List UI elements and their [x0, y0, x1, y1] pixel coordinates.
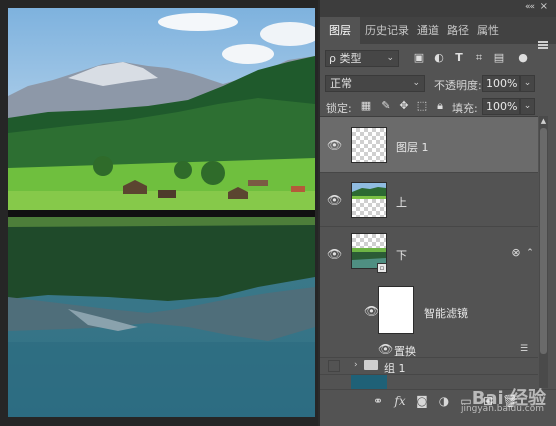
scrollbar-thumb[interactable]: [540, 128, 547, 354]
document-canvas[interactable]: [0, 0, 318, 426]
filter-toggle-icon[interactable]: ●: [516, 51, 530, 65]
fill-label: 填充:: [452, 102, 478, 115]
filter-row[interactable]: 👁︎ 置换 ☰: [320, 341, 538, 358]
group-row[interactable]: › 组 1: [320, 357, 538, 375]
fill-input[interactable]: 100%: [482, 98, 520, 115]
smart-filter-name: 智能滤镜: [424, 307, 468, 320]
smart-filter-row[interactable]: 👁︎ 智能滤镜: [320, 283, 538, 341]
adjustment-filter-icon[interactable]: ◐: [432, 51, 446, 65]
close-panel-icon[interactable]: ×: [540, 1, 548, 12]
smart-filter-indicator-icon[interactable]: ⊗: [510, 247, 522, 259]
filter-options-icon[interactable]: ☰: [518, 343, 530, 355]
opacity-label: 不透明度:: [434, 79, 482, 92]
watermark-url: jingyan.baidu.com: [460, 404, 544, 414]
layers-scrollbar[interactable]: ▲: [539, 116, 548, 388]
tab-paths[interactable]: 路径: [444, 17, 472, 44]
group-name: 组 1: [384, 362, 406, 375]
opacity-slider-toggle[interactable]: ⌄: [520, 75, 535, 92]
layer-name: 下: [396, 249, 407, 262]
shape-filter-icon[interactable]: ⌗: [472, 51, 486, 65]
chevron-down-icon: ⌄: [412, 78, 420, 88]
lock-all-icon[interactable]: 🔒︎: [434, 100, 446, 112]
layer-row[interactable]: 👁︎ 上: [320, 173, 538, 227]
layers-list: 👁︎ 图层 1 👁︎ 上 👁︎ ▫ 下 ⊗ ⌃ 👁︎ 智能滤镜 👁︎ 置换 ☰ …: [320, 116, 538, 389]
scroll-up-icon[interactable]: ▲: [539, 116, 548, 126]
lock-position-icon[interactable]: ✥: [398, 100, 410, 112]
layer-name: 图层 1: [396, 141, 429, 154]
blend-row: 正常 ⌄ 不透明度: 100% ⌄: [320, 72, 556, 94]
panel-tabs: 图层 历史记录 通道 路径 属性: [320, 17, 556, 49]
chevron-down-icon: ⌄: [386, 53, 394, 63]
collapse-panel-icon[interactable]: ««: [525, 2, 535, 12]
collapse-effects-icon[interactable]: ⌃: [524, 247, 536, 259]
expand-group-icon[interactable]: ›: [354, 360, 358, 370]
fx-icon[interactable]: fx: [392, 394, 408, 408]
layer-thumbnail: [351, 375, 387, 389]
visibility-eye-icon[interactable]: 👁︎: [327, 193, 342, 207]
folder-icon: [364, 360, 378, 370]
fill-slider-toggle[interactable]: ⌄: [520, 98, 535, 115]
mask-icon[interactable]: ◙: [414, 394, 430, 408]
blend-mode-select[interactable]: 正常 ⌄: [325, 75, 425, 92]
blend-mode-label: 正常: [330, 77, 352, 90]
smart-object-filter-icon[interactable]: ▤: [492, 51, 506, 65]
layers-panel: «« × 图层 历史记录 通道 路径 属性 ρ 类型 ⌄ ▣ ◐ T ⌗ ▤ ●…: [320, 0, 556, 426]
link-icon[interactable]: ⚭: [370, 394, 386, 408]
layer-thumbnail: [351, 127, 387, 163]
lock-pixels-icon[interactable]: ✎: [380, 100, 392, 112]
photo-reflection: [8, 217, 315, 417]
layer-name: 上: [396, 196, 407, 209]
visibility-eye-icon[interactable]: 👁︎: [327, 247, 342, 261]
smart-object-badge-icon: ▫: [377, 263, 387, 273]
photo-landscape: [8, 8, 315, 210]
canvas-separator: [8, 210, 315, 217]
tab-properties[interactable]: 属性: [474, 17, 502, 44]
panel-header-bar: «« ×: [320, 0, 556, 17]
lock-row: 锁定: ▦ ✎ ✥ ⬚ 🔒︎ 填充: 100% ⌄: [320, 95, 556, 117]
layer-filter-row: ρ 类型 ⌄ ▣ ◐ T ⌗ ▤ ●: [320, 47, 556, 71]
filter-mask-thumbnail: [378, 286, 414, 334]
type-filter-icon[interactable]: T: [452, 51, 466, 65]
visibility-eye-icon[interactable]: 👁︎: [327, 138, 342, 152]
pixel-filter-icon[interactable]: ▣: [412, 51, 426, 65]
layer-thumbnail: [351, 182, 387, 218]
layer-row[interactable]: 👁︎ ▫ 下 ⊗ ⌃: [320, 227, 538, 283]
opacity-input[interactable]: 100%: [482, 75, 520, 92]
lock-artboard-icon[interactable]: ⬚: [416, 100, 428, 112]
tab-channels[interactable]: 通道: [414, 17, 442, 44]
lock-transparency-icon[interactable]: ▦: [360, 100, 372, 112]
tab-history[interactable]: 历史记录: [360, 17, 414, 44]
filter-kind-select[interactable]: ρ 类型 ⌄: [325, 50, 399, 67]
layer-row[interactable]: 👁︎ 图层 1: [320, 117, 538, 173]
visibility-eye-icon[interactable]: 👁︎: [378, 342, 393, 356]
visibility-toggle-empty[interactable]: [328, 360, 340, 372]
filter-kind-label: ρ 类型: [329, 52, 362, 65]
lock-label: 锁定:: [326, 102, 352, 115]
adjustment-icon[interactable]: ◑: [436, 394, 452, 408]
tab-layers[interactable]: 图层: [320, 17, 360, 44]
visibility-eye-icon[interactable]: 👁︎: [364, 304, 379, 318]
